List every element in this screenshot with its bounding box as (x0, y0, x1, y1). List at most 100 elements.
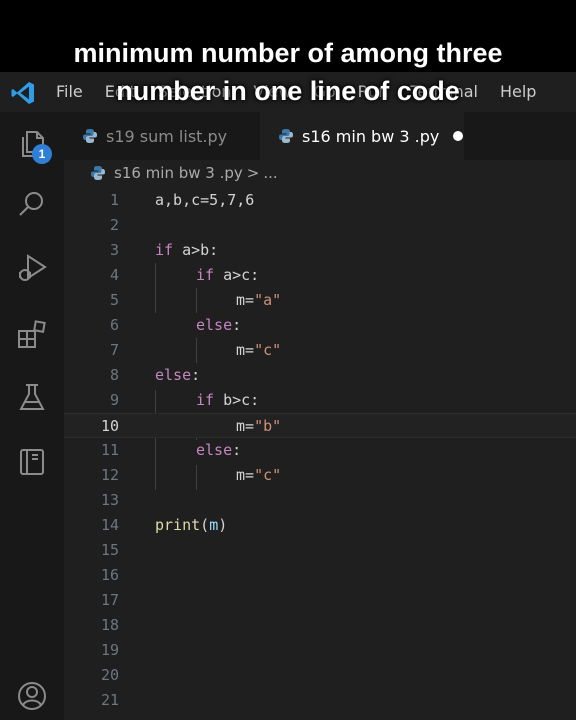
function-name: print (155, 516, 201, 534)
code-line: 4 if a>c: (64, 263, 576, 288)
string-literal: "b" (254, 417, 282, 435)
line-number: 3 (109, 241, 119, 259)
code-line: 19 (64, 638, 576, 663)
caption-line-1: minimum number of among three (73, 38, 503, 68)
line-number: 1 (109, 191, 119, 209)
tab-s19-sum-list[interactable]: s19 sum list.py (64, 112, 256, 160)
code-rest: b>c: (214, 391, 260, 409)
code-line: 15 (64, 538, 576, 563)
code-line: 1 a,b,c=5,7,6 (64, 188, 576, 213)
line-number: 12 (100, 466, 119, 484)
string-literal: "c" (254, 466, 282, 484)
line-number: 18 (100, 616, 119, 634)
code-text: else: (196, 438, 241, 463)
code-text: else: (196, 313, 241, 338)
line-number: 17 (100, 591, 119, 609)
code-line: 9 if b>c: (64, 388, 576, 413)
code-line: 20 (64, 663, 576, 688)
testing-icon[interactable] (16, 382, 48, 414)
code-line: 3 if a>b: (64, 238, 576, 263)
line-number: 6 (109, 316, 119, 334)
code-rest: a>b: (173, 241, 219, 259)
line-number: 9 (109, 391, 119, 409)
code-rest: a>c: (214, 266, 260, 284)
code-text: m="c" (236, 463, 281, 488)
code-line: 8 else: (64, 363, 576, 388)
code-text: m="c" (236, 338, 281, 363)
keyword: if (196, 391, 215, 409)
code-rest: : (232, 441, 242, 459)
breadcrumb-more[interactable]: ... (263, 164, 277, 182)
paren-close: ) (218, 516, 228, 534)
breadcrumb: s16 min bw 3 .py > ... (90, 164, 278, 182)
line-number: 10 (100, 417, 119, 435)
search-icon[interactable] (16, 188, 48, 220)
code-text: m="b" (236, 414, 281, 439)
code-line: 13 (64, 488, 576, 513)
code-line: 18 (64, 613, 576, 638)
line-number: 16 (100, 566, 119, 584)
line-number: 4 (109, 266, 119, 284)
breadcrumb-separator: > (246, 164, 260, 182)
code-var: m= (236, 417, 255, 435)
line-number: 13 (100, 491, 119, 509)
code-var: m (209, 516, 219, 534)
line-number: 7 (109, 341, 119, 359)
code-text: a,b,c=5,7,6 (155, 191, 255, 209)
code-line: 14 print(m) (64, 513, 576, 538)
keyword: if (155, 241, 174, 259)
code-rest: : (191, 366, 201, 384)
explorer-badge: 1 (32, 144, 52, 164)
code-text: if a>b: (155, 238, 218, 263)
code-line: 16 (64, 563, 576, 588)
tab-label: s19 sum list.py (106, 126, 228, 146)
tab-bar: s19 sum list.py s16 min bw 3 .py (64, 112, 576, 160)
extensions-icon[interactable] (16, 318, 48, 350)
code-line: 6 else: (64, 313, 576, 338)
line-number: 8 (109, 366, 119, 384)
paren-open: ( (200, 516, 210, 534)
keyword: else (196, 441, 233, 459)
line-number: 2 (109, 216, 119, 234)
code-line-current: 10 m="b" (64, 413, 576, 438)
run-debug-icon[interactable] (16, 252, 48, 284)
line-number: 20 (100, 666, 119, 684)
code-line: 12 m="c" (64, 463, 576, 488)
keyword: else (196, 316, 233, 334)
line-number: 15 (100, 541, 119, 559)
remote-explorer-icon[interactable] (16, 446, 48, 478)
account-icon[interactable] (16, 680, 48, 712)
line-number: 14 (100, 516, 119, 534)
code-line: 7 m="c" (64, 338, 576, 363)
python-file-icon (91, 166, 105, 180)
code-var: m= (236, 291, 255, 309)
python-file-icon (279, 129, 293, 143)
code-text: else: (155, 363, 200, 388)
tab-s16-min-bw-3[interactable]: s16 min bw 3 .py (260, 112, 464, 160)
code-var: m= (236, 466, 255, 484)
string-literal: "a" (254, 291, 282, 309)
line-number: 11 (100, 441, 119, 459)
code-line: 11 else: (64, 438, 576, 463)
breadcrumb-file[interactable]: s16 min bw 3 .py (114, 164, 243, 182)
activity-bar: 1 (0, 112, 64, 720)
code-text: print(m) (155, 513, 227, 538)
line-number: 5 (109, 291, 119, 309)
code-var: m= (236, 341, 255, 359)
line-number: 19 (100, 641, 119, 659)
code-line: 17 (64, 588, 576, 613)
code-line: 21 (64, 688, 576, 713)
keyword: if (196, 266, 215, 284)
python-file-icon (83, 129, 97, 143)
code-text: if b>c: (196, 388, 259, 413)
unsaved-dot-icon[interactable] (453, 131, 464, 141)
line-number: 21 (100, 691, 119, 709)
code-text: m="a" (236, 288, 281, 313)
caption-line-2: number in one line of code (116, 76, 460, 106)
string-literal: "c" (254, 341, 282, 359)
code-line: 2 (64, 213, 576, 238)
code-line: 5 m="a" (64, 288, 576, 313)
code-text: if a>c: (196, 263, 259, 288)
code-editor[interactable]: s16 min bw 3 .py > ... 1 a,b,c=5,7,6 2 3… (64, 160, 576, 720)
code-rest: : (232, 316, 242, 334)
